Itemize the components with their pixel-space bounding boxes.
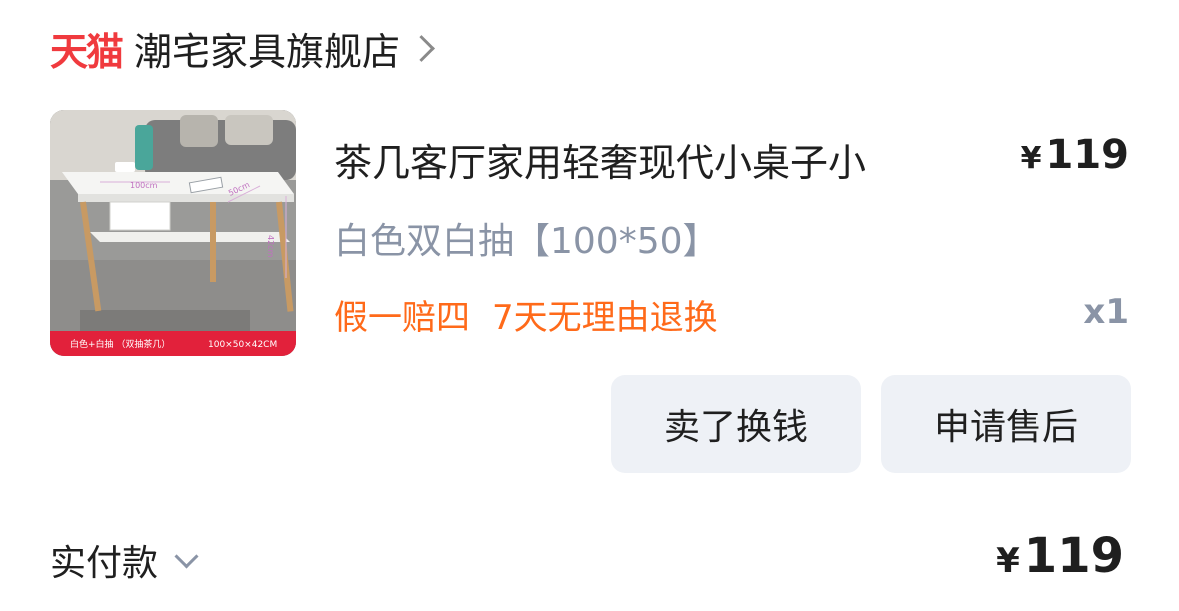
tag-seven-day-return: 7天无理由退换 — [492, 298, 718, 338]
image-dim-width: 100cm — [130, 181, 158, 190]
coffee-table-image: 100cm 50cm 42cm 白色+白抽 （双抽茶几） 100×50×42CM — [50, 110, 296, 356]
paid-total: ¥119 — [996, 528, 1124, 584]
product-title[interactable]: 茶几客厅家用轻奢现代小桌子小 — [334, 132, 866, 187]
paid-amount-toggle[interactable]: 实付款 — [50, 532, 199, 588]
image-dim-height: 42cm — [266, 235, 275, 258]
price-value: 119 — [1045, 132, 1130, 178]
service-tags: 假一赔四 7天无理由退换 — [334, 290, 718, 339]
image-banner-right: 100×50×42CM — [208, 340, 277, 350]
paid-label: 实付款 — [50, 543, 159, 584]
tmall-logo: 天猫 — [50, 29, 124, 74]
image-banner-left: 白色+白抽 （双抽茶几） — [70, 338, 170, 350]
total-currency-symbol: ¥ — [996, 541, 1020, 581]
currency-symbol: ¥ — [1020, 141, 1042, 176]
product-spec: 白色双白抽【100*50】 — [334, 221, 719, 262]
tag-fake-compensation: 假一赔四 — [334, 298, 470, 338]
after-sale-button[interactable]: 申请售后 — [881, 375, 1131, 473]
store-name: 潮宅家具旗舰店 — [134, 29, 401, 74]
chevron-right-icon — [408, 34, 435, 62]
sell-button[interactable]: 卖了换钱 — [611, 375, 861, 473]
chevron-down-icon — [174, 543, 199, 569]
total-value: 119 — [1023, 528, 1124, 584]
store-link[interactable]: 天猫 潮宅家具旗舰店 — [50, 22, 435, 74]
product-quantity: x1 — [1083, 292, 1129, 332]
product-thumbnail[interactable]: 100cm 50cm 42cm 白色+白抽 （双抽茶几） 100×50×42CM — [50, 110, 296, 356]
product-price: ¥119 — [1021, 132, 1129, 178]
